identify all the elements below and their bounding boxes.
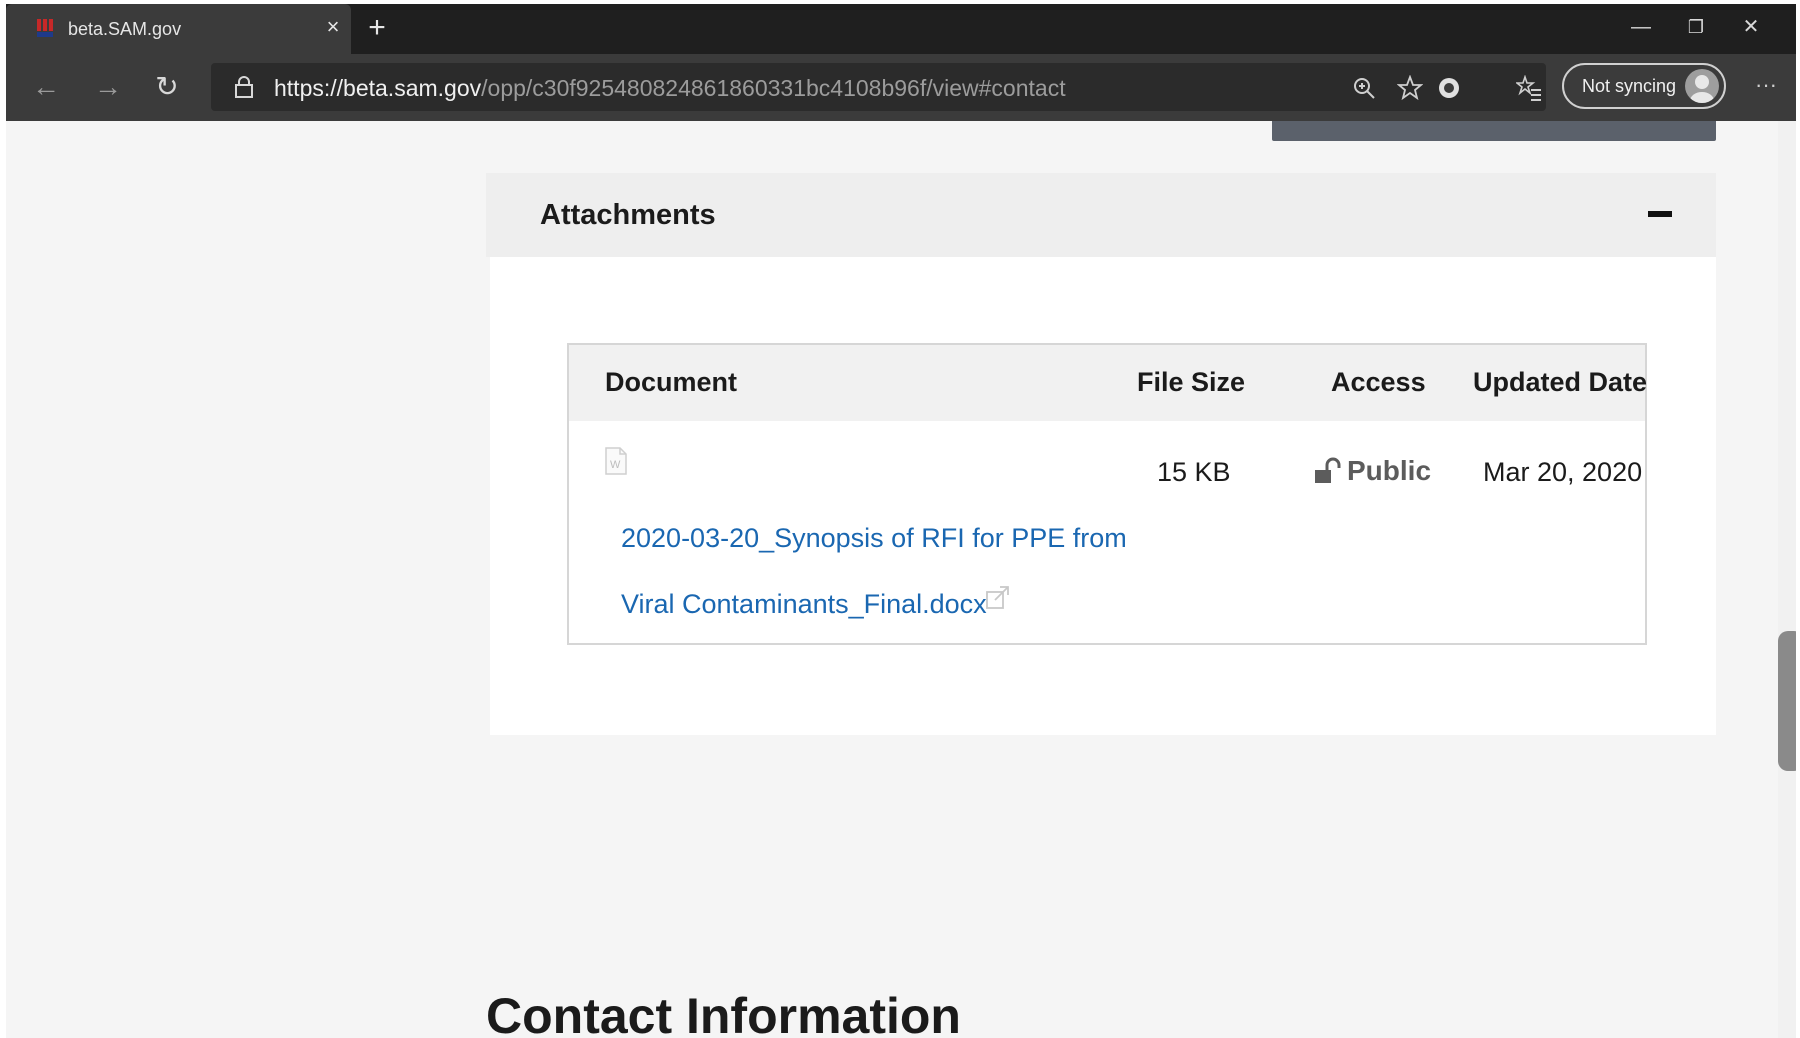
scrollbar[interactable] (1778, 121, 1796, 1038)
browser-toolbar: ← → ↻ https://beta.sam.gov/opp/c30f92548… (6, 54, 1796, 121)
url-text[interactable]: https://beta.sam.gov/opp/c30f92548082486… (274, 75, 1066, 102)
restore-icon[interactable]: ❐ (1681, 14, 1711, 40)
sync-status-label: Not syncing (1582, 76, 1677, 96)
url-path: /opp/c30f925480824861860331bc4108b96f/vi… (481, 75, 1066, 101)
contact-information-heading: Contact Information (486, 988, 961, 1038)
tab-close-icon[interactable]: × (322, 16, 344, 38)
tab-strip: beta.SAM.gov × + — ❐ ✕ (6, 4, 1796, 54)
zoom-icon[interactable] (1351, 75, 1377, 101)
access-cell: Public (1313, 455, 1431, 487)
close-window-icon[interactable]: ✕ (1736, 14, 1766, 40)
browser-window: beta.SAM.gov × + — ❐ ✕ ← → ↻ https://bet… (6, 4, 1796, 1038)
attachments-panel: Document File Size Access Updated Date W… (490, 257, 1716, 735)
avatar-person-icon (1690, 75, 1714, 103)
word-document-icon: W (605, 447, 627, 475)
download-all-attachments-button[interactable] (1272, 121, 1716, 141)
avatar (1685, 69, 1719, 103)
attachments-table: Document File Size Access Updated Date W… (567, 343, 1647, 645)
address-bar[interactable]: https://beta.sam.gov/opp/c30f92548082486… (211, 63, 1546, 111)
favorite-star-icon[interactable] (1397, 75, 1423, 101)
column-header-updated-date: Updated Date (1473, 367, 1648, 397)
forward-arrow-icon[interactable]: → (92, 72, 124, 104)
attachments-accordion-header[interactable]: Attachments (486, 173, 1716, 257)
column-header-file-size: File Size (1137, 367, 1246, 397)
document-link-line2[interactable]: Viral Contaminants_Final.docx (621, 589, 987, 620)
page-content: Attachments Document File Size Access Up… (6, 121, 1778, 1038)
more-options-icon[interactable]: ··· (1751, 72, 1781, 102)
column-header-access: Access (1331, 367, 1426, 397)
external-link-icon[interactable] (985, 584, 1011, 610)
attachments-title: Attachments (540, 199, 716, 231)
table-header: Document File Size Access Updated Date (569, 345, 1648, 421)
sam-favicon-icon (37, 19, 53, 37)
new-tab-icon[interactable]: + (362, 13, 392, 44)
svg-text:W: W (610, 459, 621, 471)
unlock-icon (1315, 457, 1341, 483)
refresh-icon[interactable]: ↻ (151, 72, 183, 104)
minimize-icon[interactable]: — (1626, 14, 1656, 40)
url-host: beta.sam.gov (343, 75, 482, 101)
url-scheme: https:// (274, 75, 344, 101)
tab-title: beta.SAM.gov (68, 19, 182, 39)
back-arrow-icon[interactable]: ← (30, 72, 62, 104)
lock-icon (235, 76, 253, 98)
profile-sync-button[interactable]: Not syncing (1562, 63, 1726, 109)
access-value: Public (1347, 455, 1432, 486)
updated-date-cell: Mar 20, 2020 (1483, 457, 1643, 487)
collapse-minus-icon[interactable] (1648, 211, 1672, 217)
column-header-document: Document (605, 367, 738, 397)
extension-icon[interactable] (1436, 75, 1462, 101)
document-link-line1[interactable]: 2020-03-20_Synopsis of RFI for PPE from (621, 523, 1127, 554)
active-tab[interactable]: beta.SAM.gov × (6, 4, 351, 54)
file-size-cell: 15 KB (1157, 457, 1231, 487)
favorites-list-icon[interactable] (1516, 75, 1542, 101)
scrollbar-thumb[interactable] (1778, 631, 1796, 771)
